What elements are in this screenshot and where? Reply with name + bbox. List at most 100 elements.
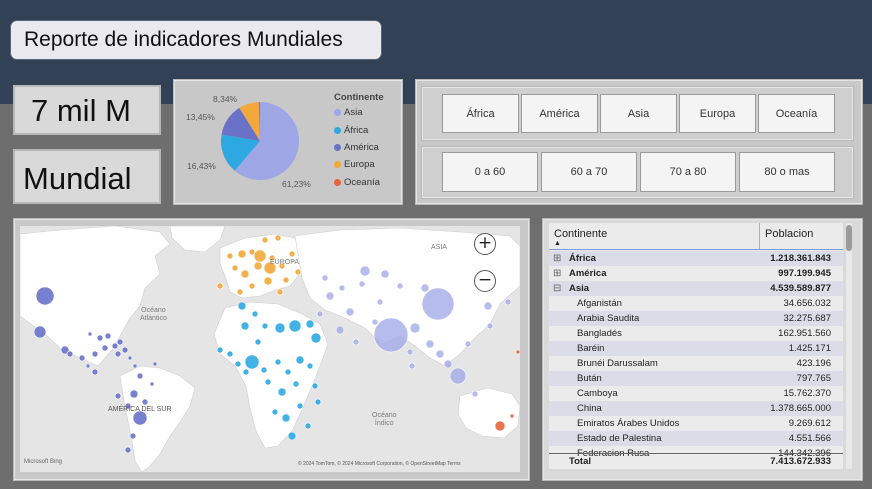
slicer-africa-button[interactable]: África bbox=[442, 94, 519, 133]
scrollbar-thumb[interactable] bbox=[846, 225, 852, 251]
map-bubble-america[interactable] bbox=[111, 342, 119, 350]
slicer-age-0-60-button[interactable]: 0 a 60 bbox=[442, 152, 538, 192]
map-bubble-america[interactable] bbox=[114, 350, 122, 358]
map-bubble-asia[interactable] bbox=[406, 348, 414, 356]
map-bubble-america[interactable] bbox=[116, 338, 124, 346]
legend-item-asia[interactable]: Asia bbox=[334, 107, 362, 118]
map-bubble-america[interactable] bbox=[104, 332, 112, 340]
map-bubble-asia[interactable] bbox=[471, 390, 479, 398]
map-bubble-america[interactable] bbox=[85, 363, 91, 369]
slicer-asia-button[interactable]: Asia bbox=[600, 94, 677, 133]
map-bubble-europa[interactable] bbox=[216, 282, 224, 290]
map-bubble-europa[interactable] bbox=[261, 236, 269, 244]
map-bubble-asia[interactable] bbox=[408, 362, 416, 370]
legend-item-europa[interactable]: Europa bbox=[334, 159, 375, 170]
map-bubble-asia[interactable] bbox=[396, 282, 404, 290]
legend-item-africa[interactable]: África bbox=[334, 125, 368, 136]
map-bubble-africa[interactable] bbox=[244, 354, 260, 370]
map-bubble-africa[interactable] bbox=[277, 387, 287, 397]
map-bubble-africa[interactable] bbox=[274, 358, 282, 366]
map-bubble-asia[interactable] bbox=[449, 367, 467, 385]
slicer-oceania-button[interactable]: Oceanía bbox=[758, 94, 835, 133]
map-bubble-europa[interactable] bbox=[226, 252, 234, 260]
map-bubble-africa[interactable] bbox=[310, 332, 322, 344]
map-bubble-europa[interactable] bbox=[288, 250, 296, 258]
map-bubble-america[interactable] bbox=[35, 286, 55, 306]
map-bubble-america[interactable] bbox=[101, 344, 109, 352]
map-bubble-africa[interactable] bbox=[296, 402, 304, 410]
map-bubble-asia[interactable] bbox=[421, 287, 455, 321]
map-bubble-africa[interactable] bbox=[274, 322, 286, 334]
map-bubble-africa[interactable] bbox=[281, 413, 291, 423]
map-bubble-america[interactable] bbox=[91, 368, 99, 376]
map-bubble-america[interactable] bbox=[91, 350, 99, 358]
map-bubble-africa[interactable] bbox=[237, 301, 247, 311]
table-scrollbar[interactable] bbox=[846, 223, 852, 469]
map-bubble-africa[interactable] bbox=[260, 366, 268, 374]
map-bubble-asia[interactable] bbox=[345, 307, 355, 317]
map-bubble-africa[interactable] bbox=[234, 360, 242, 368]
table-group-row[interactable]: ⊞ África 1.218.361.843 bbox=[549, 251, 843, 266]
map-bubble-europa[interactable] bbox=[294, 268, 302, 276]
table-group-row[interactable]: ⊞ América 997.199.945 bbox=[549, 266, 843, 281]
map-bubble-america[interactable] bbox=[127, 355, 133, 361]
map-bubble-asia[interactable] bbox=[359, 265, 371, 277]
map-bubble-africa[interactable] bbox=[240, 321, 250, 331]
slicer-age-80-plus-button[interactable]: 80 o mas bbox=[739, 152, 835, 192]
map-bubble-africa[interactable] bbox=[288, 319, 302, 333]
expand-icon[interactable]: ⊞ bbox=[553, 266, 561, 281]
map-bubble-africa[interactable] bbox=[287, 431, 297, 441]
map-bubble-africa[interactable] bbox=[216, 346, 224, 354]
expand-icon[interactable]: ⊞ bbox=[553, 251, 561, 266]
map-bubble-oceania[interactable] bbox=[494, 420, 506, 432]
map-bubble-asia[interactable] bbox=[338, 284, 346, 292]
slicer-age-70-80-button[interactable]: 70 a 80 bbox=[640, 152, 736, 192]
map-bubble-asia[interactable] bbox=[352, 338, 360, 346]
map-bubble-america[interactable] bbox=[129, 389, 139, 399]
map-bubble-europa[interactable] bbox=[237, 249, 247, 259]
table-header-poblacion[interactable]: Poblacion bbox=[765, 228, 813, 240]
map-bubble-asia[interactable] bbox=[483, 301, 493, 311]
map-bubble-europa[interactable] bbox=[248, 282, 256, 290]
slicer-europa-button[interactable]: Europa bbox=[679, 94, 756, 133]
map-bubble-europa[interactable] bbox=[253, 261, 263, 271]
map-bubble-africa[interactable] bbox=[311, 382, 319, 390]
map-bubble-europa[interactable] bbox=[263, 276, 273, 286]
map-bubble-america[interactable] bbox=[136, 372, 144, 380]
map-bubble-europa[interactable] bbox=[282, 276, 290, 284]
map-bubble-asia[interactable] bbox=[325, 291, 335, 301]
map-bubble-america[interactable] bbox=[96, 334, 104, 342]
collapse-icon[interactable]: ⊟ bbox=[553, 281, 561, 296]
map-bubble-africa[interactable] bbox=[251, 310, 259, 318]
map-bubble-america[interactable] bbox=[124, 446, 132, 454]
slicer-age-60-70-button[interactable]: 60 a 70 bbox=[541, 152, 637, 192]
map-bubble-africa[interactable] bbox=[306, 362, 314, 370]
map-bubble-asia[interactable] bbox=[504, 298, 512, 306]
map-bubble-asia[interactable] bbox=[376, 298, 384, 306]
map-bubble-africa[interactable] bbox=[314, 398, 322, 406]
legend-item-america[interactable]: América bbox=[334, 142, 379, 153]
map-bubble-america[interactable] bbox=[121, 346, 129, 354]
map-bubble-europa[interactable] bbox=[276, 288, 284, 296]
map-bubble-africa[interactable] bbox=[284, 368, 292, 376]
map-bubble-asia[interactable] bbox=[358, 280, 366, 288]
map-bubble-america[interactable] bbox=[66, 350, 74, 358]
map-bubble-america[interactable] bbox=[87, 331, 93, 337]
map-bubble-africa[interactable] bbox=[242, 368, 250, 376]
slicer-america-button[interactable]: América bbox=[521, 94, 598, 133]
map-zoom-out-button[interactable]: − bbox=[474, 270, 496, 292]
map-bubble-asia[interactable] bbox=[371, 318, 379, 326]
map-bubble-europa[interactable] bbox=[236, 288, 244, 296]
map-bubble-america[interactable] bbox=[132, 363, 138, 369]
map-bubble-asia[interactable] bbox=[316, 310, 324, 318]
map-bubble-asia[interactable] bbox=[335, 325, 345, 335]
map-bubble-america[interactable] bbox=[78, 354, 86, 362]
map-bubble-asia[interactable] bbox=[321, 274, 329, 282]
map-bubble-asia[interactable] bbox=[425, 339, 435, 349]
map-bubble-america[interactable] bbox=[141, 398, 149, 406]
map-bubble-europa[interactable] bbox=[240, 269, 250, 279]
map-bubble-oceania[interactable] bbox=[515, 349, 520, 355]
map-bubble-asia[interactable] bbox=[435, 349, 445, 359]
table-header-continente[interactable]: Continente bbox=[554, 228, 607, 240]
map-bubble-america[interactable] bbox=[129, 432, 137, 440]
